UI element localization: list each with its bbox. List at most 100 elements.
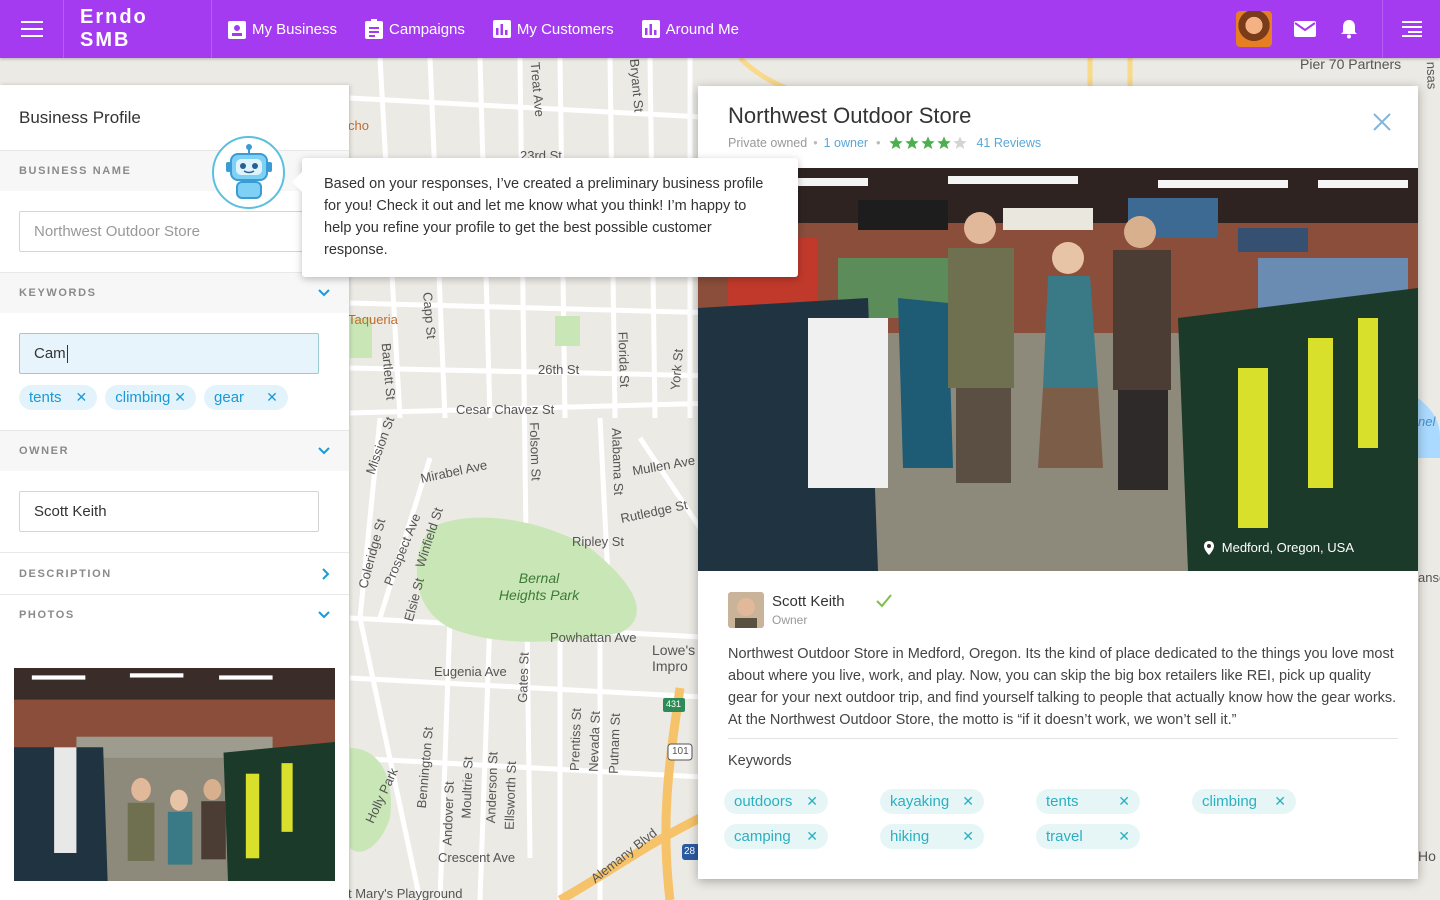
map-label-florida: Florida St xyxy=(615,331,633,388)
business-description: Northwest Outdoor Store in Medford, Oreg… xyxy=(728,646,1397,728)
remove-icon[interactable]: ✕ xyxy=(806,793,818,810)
rating-stars xyxy=(888,135,968,151)
nav-my-customers[interactable]: My Customers xyxy=(492,20,614,38)
check-icon xyxy=(876,594,892,608)
side-menu-icon[interactable] xyxy=(1382,0,1440,58)
keyword-chip[interactable]: outdoors ✕ xyxy=(724,789,828,814)
chip-label: kayaking xyxy=(890,793,950,810)
owner-role: Owner xyxy=(772,613,808,627)
remove-icon[interactable]: ✕ xyxy=(962,828,974,845)
keyword-chips: tents ✕ climbing ✕ gear ✕ xyxy=(19,385,330,410)
business-title: Northwest Outdoor Store xyxy=(728,103,972,128)
top-app-bar: Erndo SMB My Business Campaigns My Custo… xyxy=(0,0,1440,58)
section-label: BUSINESS NAME xyxy=(19,165,132,177)
map-label-bernal: Bernal Heights Park xyxy=(498,570,580,603)
business-name-body: Northwest Outdoor Store xyxy=(0,191,349,273)
robot-icon xyxy=(225,143,272,199)
chip-label: climbing xyxy=(1202,793,1258,810)
star-icon xyxy=(921,136,936,149)
keyword-chip[interactable]: climbing ✕ xyxy=(1192,789,1296,814)
star-empty-icon xyxy=(953,136,968,149)
remove-icon[interactable]: ✕ xyxy=(1274,793,1286,810)
nav-my-business[interactable]: My Business xyxy=(228,19,337,39)
remove-icon[interactable]: ✕ xyxy=(1118,828,1130,845)
map-label-nel: nel xyxy=(1418,414,1436,429)
map-label-moultrie: Moultrie St xyxy=(458,756,476,819)
store-hero-photo[interactable]: Medford, Oregon, USA xyxy=(698,168,1418,571)
close-icon[interactable] xyxy=(1372,112,1392,132)
chevron-right-icon[interactable] xyxy=(322,567,330,580)
bar-chart-icon xyxy=(641,20,660,38)
chevron-down-icon[interactable] xyxy=(318,289,330,297)
map-label-prentiss: Prentiss St xyxy=(566,707,585,772)
map-label-alabama: Alabama St xyxy=(608,427,627,496)
nav-around-me[interactable]: Around Me xyxy=(641,20,739,38)
owner-avatar[interactable] xyxy=(728,592,764,628)
remove-icon[interactable]: ✕ xyxy=(806,828,818,845)
main-nav: My Business Campaigns My Customers Aroun… xyxy=(212,0,767,58)
location-text: Medford, Oregon, USA xyxy=(1221,540,1354,555)
remove-icon[interactable]: ✕ xyxy=(1118,793,1130,810)
chip-label: tents xyxy=(29,389,62,406)
ownership-type: Private owned xyxy=(728,136,808,150)
user-avatar[interactable] xyxy=(1236,11,1272,47)
panel-title: Business Profile xyxy=(0,85,349,151)
assistant-robot-avatar[interactable] xyxy=(212,136,285,209)
bell-icon[interactable] xyxy=(1338,18,1360,40)
section-owner[interactable]: OWNER xyxy=(0,431,349,471)
store-photo-thumbnail[interactable] xyxy=(14,668,335,881)
nav-label: My Business xyxy=(252,20,338,38)
reviews-link[interactable]: 41 Reviews xyxy=(976,136,1041,150)
keyword-chip[interactable]: climbing ✕ xyxy=(105,385,197,410)
text-caret xyxy=(66,344,68,363)
section-description[interactable]: DESCRIPTION xyxy=(0,553,349,595)
map-label-putnam: Putnam St xyxy=(605,712,623,775)
nav-label: Campaigns xyxy=(389,20,465,38)
map-label-gates: Gates St xyxy=(514,651,532,704)
star-icon xyxy=(905,136,920,149)
keyword-chip[interactable]: travel ✕ xyxy=(1036,824,1140,849)
remove-icon[interactable]: ✕ xyxy=(962,793,974,810)
section-photos[interactable]: PHOTOS xyxy=(0,595,349,635)
keyword-chip[interactable]: hiking ✕ xyxy=(880,824,984,849)
map-label-ellsworth: Ellsworth St xyxy=(501,760,520,831)
brand-logo[interactable]: Erndo SMB xyxy=(64,0,212,58)
map-label-powhattan: Powhattan Ave xyxy=(550,630,637,645)
nav-campaigns[interactable]: Campaigns xyxy=(365,19,465,39)
chip-label: camping xyxy=(734,828,791,845)
chip-label: hiking xyxy=(890,828,930,845)
business-detail-card: Northwest Outdoor Store Private owned • … xyxy=(698,86,1418,879)
remove-icon[interactable]: ✕ xyxy=(266,389,278,406)
map-label-andover: Andover St xyxy=(439,781,457,846)
keyword-chip[interactable]: kayaking ✕ xyxy=(880,789,984,814)
star-icon xyxy=(937,136,952,149)
section-keywords[interactable]: KEYWORDS xyxy=(0,273,349,313)
mail-icon[interactable] xyxy=(1294,18,1316,40)
nav-label: My Customers xyxy=(516,20,614,38)
keyword-chip[interactable]: camping ✕ xyxy=(724,824,828,849)
owner-name[interactable]: Scott Keith xyxy=(772,593,845,610)
chip-label: gear xyxy=(214,389,245,406)
owner-count-link[interactable]: 1 owner xyxy=(824,136,868,150)
map-label-ripley: Ripley St xyxy=(572,534,625,549)
chip-label: tents xyxy=(1046,793,1079,810)
business-meta: Private owned • 1 owner • 41 Reviews xyxy=(728,135,1042,151)
chevron-down-icon[interactable] xyxy=(318,447,330,455)
chevron-down-icon[interactable] xyxy=(318,611,330,619)
remove-icon[interactable]: ✕ xyxy=(76,389,88,406)
map-label-lowes: Lowe's Impro xyxy=(652,642,696,674)
map-label-hwy431: 431 xyxy=(666,699,682,709)
location-tag: Medford, Oregon, USA xyxy=(1203,540,1354,555)
keyword-input[interactable]: Cam xyxy=(19,333,319,374)
business-name-input[interactable]: Northwest Outdoor Store xyxy=(19,211,319,252)
owner-input[interactable]: Scott Keith xyxy=(19,491,319,532)
keyword-chip[interactable]: tents ✕ xyxy=(19,385,98,410)
hamburger-menu-icon[interactable] xyxy=(0,0,64,58)
map-label-anderson: Anderson St xyxy=(483,751,501,824)
map-label-eugenia: Eugenia Ave xyxy=(434,664,507,679)
keyword-chip[interactable]: tents ✕ xyxy=(1036,789,1140,814)
keyword-input-value: Cam xyxy=(34,345,66,362)
remove-icon[interactable]: ✕ xyxy=(174,389,186,406)
map-label-nevada: Nevada St xyxy=(585,710,603,773)
keyword-chip[interactable]: gear ✕ xyxy=(204,385,288,410)
